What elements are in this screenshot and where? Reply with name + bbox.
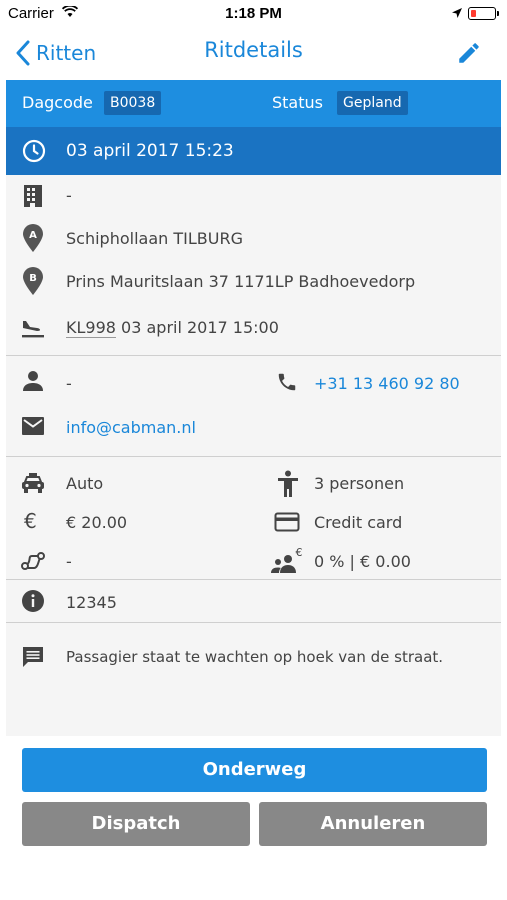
status-bar: Carrier 1:18 PM (0, 0, 507, 28)
vehicle-type: Auto (66, 474, 104, 493)
comment-icon (23, 647, 43, 667)
dropoff-address: Prins Mauritslaan 37 1171LP Badhoevedorp (66, 272, 416, 291)
dropoff-marker-icon: B (23, 267, 43, 295)
battery-icon (468, 7, 499, 20)
ride-datetime: 03 april 2017 15:23 (66, 141, 234, 161)
ride-detail-card: Dagcode B0038 Status Gepland 03 april 20… (6, 80, 501, 736)
ride-price: € 20.00 (66, 513, 128, 532)
svg-text:€: € (296, 546, 303, 559)
divider (6, 355, 501, 356)
divider (6, 622, 501, 623)
onderweg-button[interactable]: Onderweg (22, 748, 487, 792)
info-number: 12345 (66, 593, 117, 612)
flight-info: KL998 03 april 2017 15:00 (66, 318, 279, 338)
contact-name: - (66, 374, 72, 393)
clock-time: 1:18 PM (225, 5, 282, 22)
dagcode-label: Dagcode (22, 93, 93, 112)
email-link[interactable]: info@cabman.nl (66, 418, 196, 437)
pickup-address: Schiphollaan TILBURG (66, 229, 243, 248)
company-name: - (66, 186, 72, 205)
person-icon (23, 371, 43, 391)
payment-method: Credit card (314, 513, 403, 532)
comment-text: Passagier staat te wachten op hoek van d… (66, 648, 444, 666)
page-title: Ritdetails (204, 38, 303, 62)
navigation-bar: Ritten Ritdetails (0, 28, 507, 78)
status-label: Status (272, 93, 323, 112)
email-icon (22, 417, 44, 435)
info-icon (22, 590, 44, 612)
passenger-icon (278, 470, 298, 497)
plane-landing-icon (22, 321, 44, 338)
taxi-icon (22, 473, 44, 493)
route-info: - (66, 552, 72, 571)
cancel-button[interactable]: Annuleren (259, 802, 487, 846)
building-icon (24, 185, 42, 207)
flight-code[interactable]: KL998 (66, 318, 116, 338)
phone-link[interactable]: +31 13 460 92 80 (314, 374, 460, 393)
phone-icon (278, 373, 296, 391)
divider (6, 579, 501, 580)
dagcode-badge: B0038 (104, 91, 162, 115)
svg-text:B: B (29, 273, 37, 284)
dispatch-button[interactable]: Dispatch (22, 802, 250, 846)
datetime-bar: 03 april 2017 15:23 (6, 127, 501, 175)
location-arrow-icon (452, 8, 462, 18)
persons-count: 3 personen (314, 474, 405, 493)
route-icon (21, 552, 45, 570)
commission-value: 0 % | € 0.00 (314, 552, 411, 571)
flight-time: 03 april 2017 15:00 (115, 318, 279, 337)
ride-header: Dagcode B0038 Status Gepland (6, 80, 501, 127)
clock-icon (22, 139, 46, 163)
pickup-marker-icon: A (23, 224, 43, 252)
svg-text:A: A (29, 230, 37, 241)
credit-card-icon (274, 512, 300, 532)
divider (6, 456, 501, 457)
commission-group-icon: € (271, 546, 303, 573)
euro-icon: € (24, 509, 37, 533)
status-badge: Gepland (337, 91, 408, 115)
pencil-icon[interactable] (456, 40, 482, 66)
